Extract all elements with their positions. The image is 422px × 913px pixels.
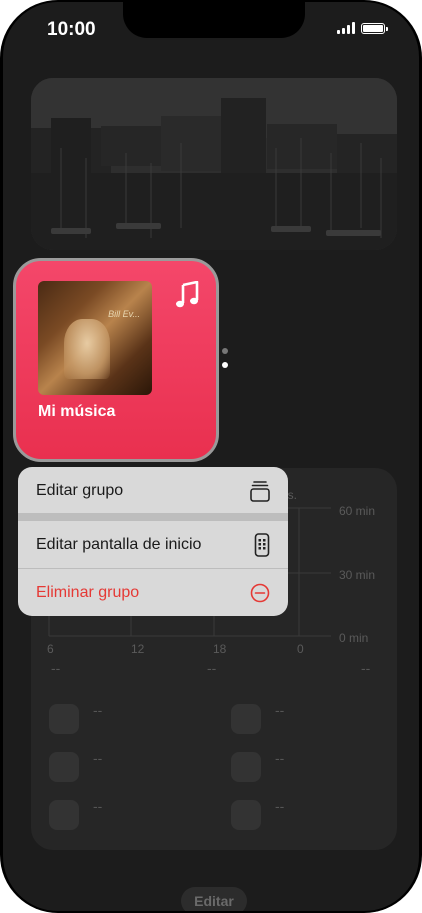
y-label-30: 30 min: [339, 568, 376, 582]
menu-item-edit-group[interactable]: Editar grupo: [18, 469, 288, 513]
page-dot-active: [222, 362, 228, 368]
y-label-60: 60 min: [339, 504, 376, 518]
app-tile-placeholder: [231, 752, 261, 782]
album-title: Bill Ev...: [108, 309, 140, 319]
photo-widget[interactable]: [31, 78, 397, 250]
x-label-6: 6: [47, 642, 54, 656]
menu-item-edit-home-screen[interactable]: Editar pantalla de inicio: [18, 523, 288, 567]
app-tile-placeholder: [49, 704, 79, 734]
minus-circle-icon: [250, 583, 270, 603]
stack-icon: [250, 481, 270, 502]
y-label-0: 0 min: [339, 631, 369, 645]
menu-separator: [18, 568, 288, 569]
page-dot: [222, 348, 228, 354]
album-figure: [64, 319, 110, 379]
app-dash: --: [93, 750, 103, 766]
app-dash: --: [275, 702, 285, 718]
music-widget-label: Mi música: [38, 403, 116, 420]
x-label-0: 0: [297, 642, 304, 656]
app-dash: --: [93, 702, 103, 718]
x-label-18: 18: [213, 642, 227, 656]
battery-icon: [361, 22, 388, 34]
status-icons: [337, 22, 388, 34]
summary-dash: --: [207, 660, 217, 676]
album-artwork: Bill Ev...: [38, 281, 152, 395]
summary-dash: --: [361, 660, 371, 676]
phone-apps-icon: [254, 533, 270, 557]
app-dash: --: [275, 798, 285, 814]
menu-item-label: Eliminar grupo: [36, 584, 140, 601]
home-screen: es. 60 min 30 min 0 min 6 12 18 0 -- -- …: [3, 2, 419, 911]
x-label-12: 12: [131, 642, 145, 656]
app-dash: --: [93, 798, 103, 814]
edit-button[interactable]: Editar: [181, 887, 247, 911]
music-widget[interactable]: Bill Ev... Mi música: [13, 258, 219, 462]
music-note-icon: [176, 281, 199, 308]
cellular-signal-icon: [337, 22, 355, 34]
context-menu: Editar grupo Editar pantalla de inicio E…: [18, 467, 288, 616]
app-tile-placeholder: [231, 704, 261, 734]
notch: [123, 2, 305, 38]
menu-item-label: Editar grupo: [36, 482, 124, 499]
menu-item-remove-group[interactable]: Eliminar grupo: [18, 571, 288, 615]
app-tile-placeholder: [49, 800, 79, 830]
summary-dash: --: [51, 660, 61, 676]
status-time: 10:00: [47, 19, 96, 40]
page-indicator: [222, 348, 228, 376]
harbor-photo: [31, 78, 397, 250]
app-tile-placeholder: [49, 752, 79, 782]
app-tile-placeholder: [231, 800, 261, 830]
menu-item-label: Editar pantalla de inicio: [36, 536, 202, 553]
phone-frame: es. 60 min 30 min 0 min 6 12 18 0 -- -- …: [0, 0, 422, 913]
menu-separator: [18, 513, 288, 521]
app-dash: --: [275, 750, 285, 766]
